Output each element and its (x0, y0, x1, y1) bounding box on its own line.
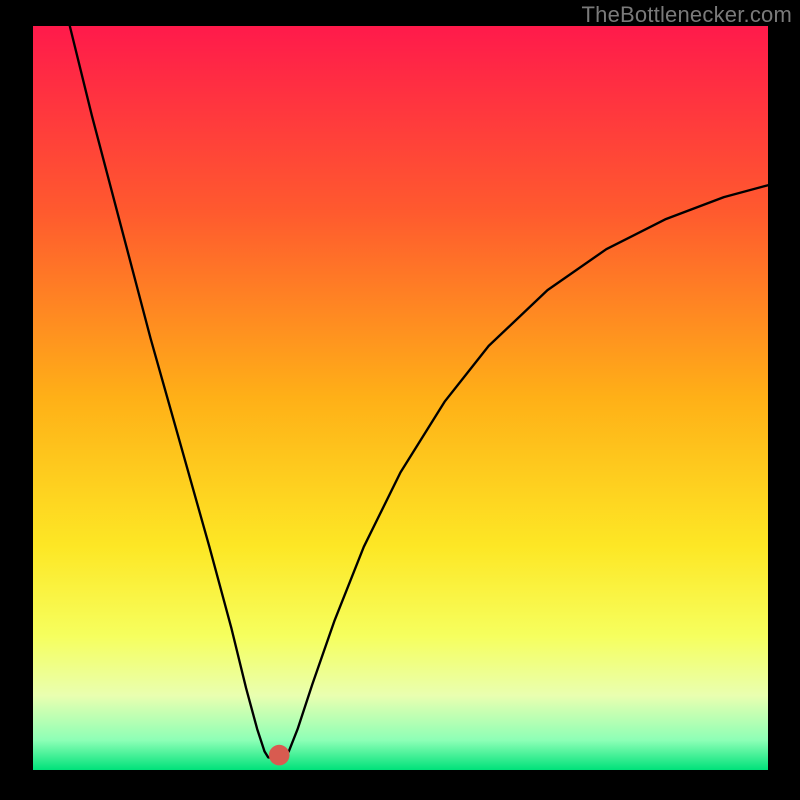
bottleneck-chart (0, 0, 800, 800)
plot-background (33, 26, 768, 770)
watermark-text: TheBottlenecker.com (582, 2, 792, 28)
chart-frame: TheBottlenecker.com (0, 0, 800, 800)
minimum-marker (269, 745, 290, 766)
